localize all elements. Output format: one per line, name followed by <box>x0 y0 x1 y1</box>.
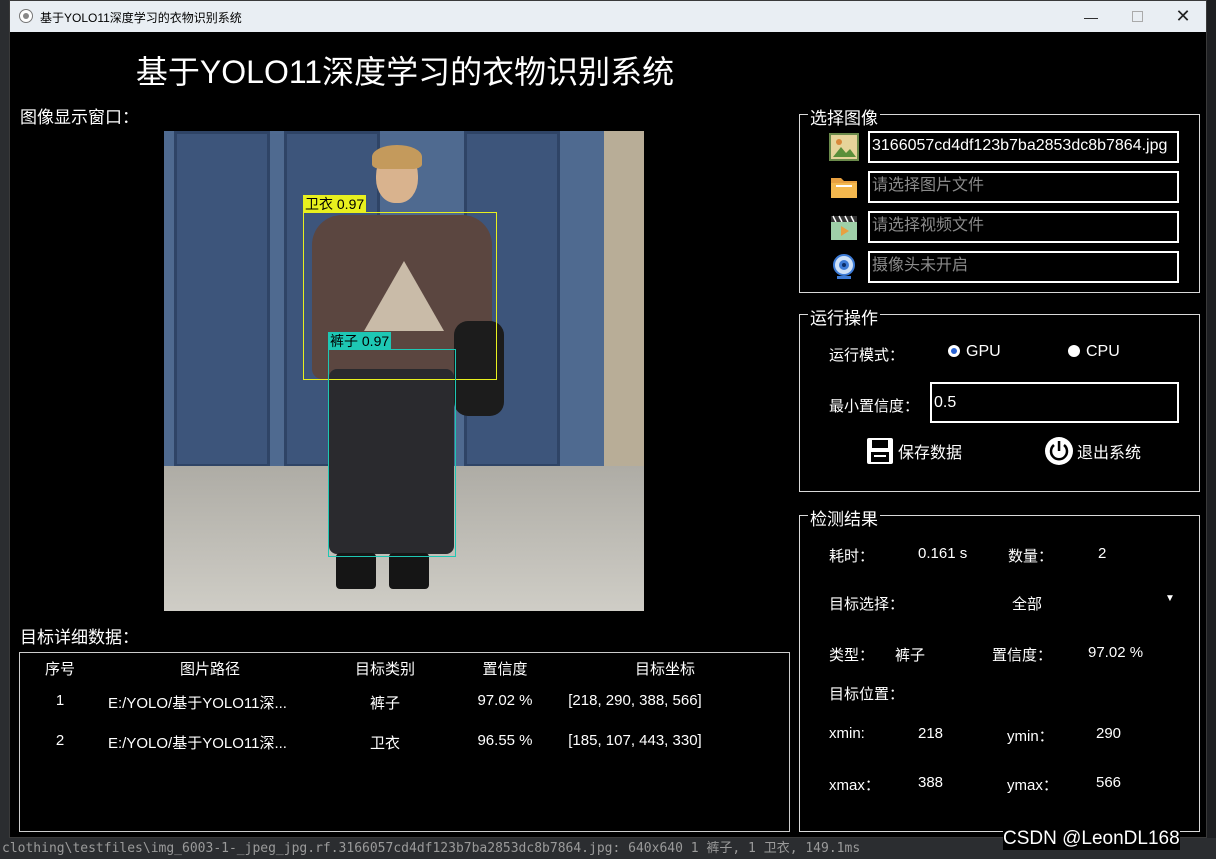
run-ops-title: 运行操作 <box>808 304 880 329</box>
watermark: CSDN @LeonDL168 <box>1003 828 1180 850</box>
video-icon[interactable] <box>829 212 859 242</box>
target-select-label: 目标选择： <box>829 596 905 613</box>
column-header-confidence: 置信度 <box>482 661 528 678</box>
row-coords: [185, 107, 443, 330] <box>568 732 702 749</box>
detection-label-pants: 裤子 0.97 <box>328 332 392 350</box>
ymax-label: ymax： <box>1007 777 1058 794</box>
row-class: 裤子 <box>369 695 400 712</box>
gpu-radio[interactable] <box>948 345 960 357</box>
time-label: 耗时： <box>829 548 875 565</box>
column-header-index: 序号 <box>44 661 75 678</box>
time-value: 0.161 s <box>918 545 968 562</box>
background-editor <box>0 0 9 859</box>
photo-person-boot <box>389 553 429 589</box>
camera-icon[interactable] <box>829 252 859 282</box>
position-label: 目标位置： <box>829 686 905 703</box>
ymin-value: 290 <box>1096 725 1122 742</box>
xmin-label: xmin: <box>829 725 865 742</box>
row-index: 2 <box>55 732 65 749</box>
save-label: 保存数据 <box>898 445 963 462</box>
folder-icon[interactable] <box>829 172 859 202</box>
image-panel-label: 图像显示窗口： <box>20 108 139 127</box>
mode-label: 运行模式： <box>829 347 905 364</box>
close-icon: ✕ <box>1175 6 1191 26</box>
column-header-class: 目标类别 <box>354 661 415 678</box>
detail-panel-label: 目标详细数据： <box>20 628 139 647</box>
confidence-input[interactable]: 0.5 <box>930 382 1179 423</box>
results-title: 检测结果 <box>808 505 880 530</box>
row-index: 1 <box>55 692 65 709</box>
image-icon[interactable] <box>829 132 859 162</box>
app-window: 基于YOLO11深度学习的衣物识别系统 — ✕ 基于YOLO11深度学习的衣物识… <box>9 0 1207 850</box>
exit-label: 退出系统 <box>1077 445 1142 462</box>
camera-field[interactable]: 摄像头未开启 <box>868 251 1179 283</box>
title-bar: 基于YOLO11深度学习的衣物识别系统 — ✕ <box>10 1 1206 32</box>
target-select-dropdown[interactable]: 全部 ▼ <box>930 587 1179 617</box>
chevron-down-icon: ▼ <box>1165 593 1175 604</box>
photo-door-panel <box>174 131 270 467</box>
photo-person-hair <box>372 145 422 169</box>
ymax-value: 566 <box>1096 774 1122 791</box>
row-path: E:/YOLO/基于YOLO11深... <box>108 695 287 712</box>
column-header-coords: 目标坐标 <box>634 661 695 678</box>
exit-button[interactable]: 退出系统 <box>1044 436 1141 466</box>
detection-label-hoodie: 卫衣 0.97 <box>303 195 367 213</box>
column-header-path: 图片路径 <box>179 661 240 678</box>
power-icon <box>1045 437 1073 465</box>
image-file-field[interactable]: 3166057cd4df123b7ba2853dc8b7864.jpg <box>868 131 1179 163</box>
app-icon <box>19 9 33 23</box>
confidence-label: 最小置信度： <box>829 398 920 415</box>
xmax-label: xmax： <box>829 777 880 794</box>
type-label: 类型： <box>829 647 875 664</box>
target-select-value: 全部 <box>1012 596 1043 613</box>
minimize-icon: — <box>1084 8 1098 25</box>
row-path: E:/YOLO/基于YOLO11深... <box>108 735 287 752</box>
image-display: 卫衣 0.97 裤子 0.97 <box>164 131 644 611</box>
image-folder-field[interactable]: 请选择图片文件 <box>868 171 1179 203</box>
video-file-field[interactable]: 请选择视频文件 <box>868 211 1179 243</box>
row-coords: [218, 290, 388, 566] <box>568 692 702 709</box>
xmax-value: 388 <box>918 774 944 791</box>
maximize-button[interactable] <box>1114 1 1160 32</box>
cpu-label[interactable]: CPU <box>1086 343 1120 361</box>
detail-table[interactable]: 序号 图片路径 目标类别 置信度 目标坐标 1 E:/YOLO/基于YOLO11… <box>19 652 790 832</box>
ymin-label: ymin： <box>1007 728 1054 745</box>
save-button[interactable]: 保存数据 <box>865 436 962 466</box>
row-class: 卫衣 <box>369 735 400 752</box>
count-value: 2 <box>1098 545 1107 562</box>
type-value: 裤子 <box>895 647 926 664</box>
page-title: 基于YOLO11深度学习的衣物识别系统 <box>135 54 675 90</box>
select-image-title: 选择图像 <box>808 104 880 129</box>
window-title: 基于YOLO11深度学习的衣物识别系统 <box>40 11 242 25</box>
xmin-value: 218 <box>918 725 944 742</box>
gpu-label[interactable]: GPU <box>966 343 1001 361</box>
cpu-radio[interactable] <box>1068 345 1080 357</box>
save-icon <box>867 438 893 464</box>
photo-person-boot <box>336 553 376 589</box>
maximize-icon <box>1131 11 1143 22</box>
detection-box-pants <box>328 349 456 557</box>
minimize-button[interactable]: — <box>1068 1 1114 32</box>
count-label: 数量： <box>1008 548 1054 565</box>
close-button[interactable]: ✕ <box>1160 1 1206 32</box>
photo-stone-wall <box>604 131 644 476</box>
result-confidence-label: 置信度： <box>992 647 1053 664</box>
result-confidence-value: 97.02 % <box>1088 644 1144 661</box>
